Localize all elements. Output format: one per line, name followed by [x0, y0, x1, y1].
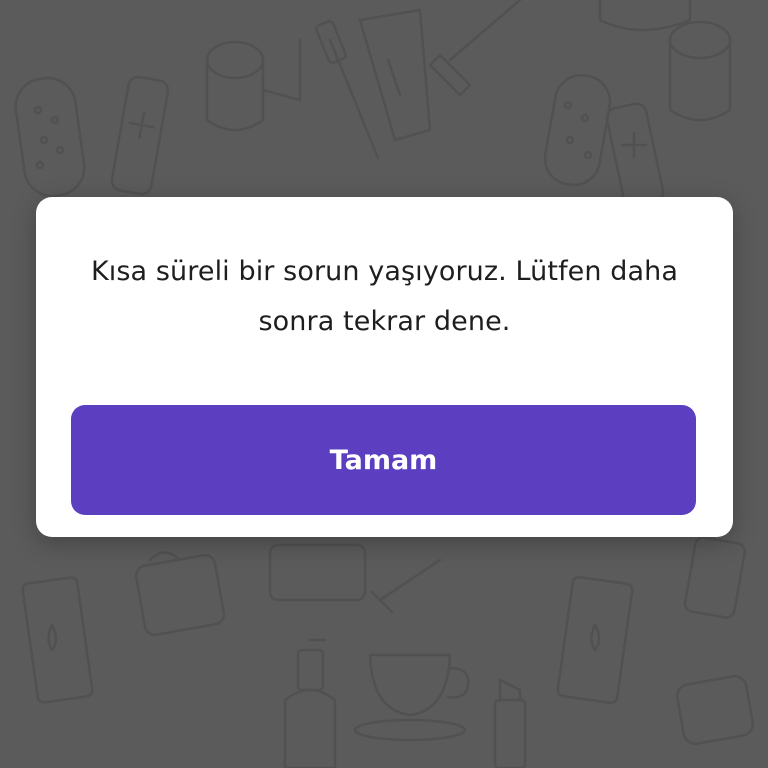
error-message: Kısa süreli bir sorun yaşıyoruz. Lütfen … — [90, 256, 679, 337]
error-dialog: Kısa süreli bir sorun yaşıyoruz. Lütfen … — [36, 197, 733, 537]
ok-button[interactable]: Tamam — [71, 405, 696, 515]
